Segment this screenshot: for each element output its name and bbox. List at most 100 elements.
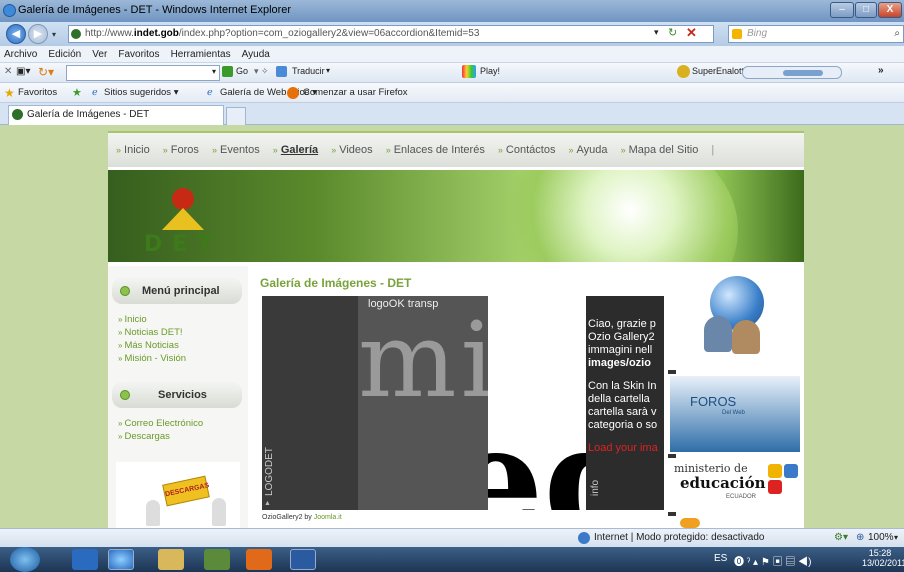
nav-galeria[interactable]: » Galería <box>273 144 318 156</box>
security-zone-text[interactable]: Internet | Modo protegido: desactivado <box>594 529 764 547</box>
address-input[interactable]: http://www.indet.gob/index.php?option=co… <box>68 25 714 43</box>
menu-edicion[interactable]: Edición <box>48 46 81 63</box>
menu-ayuda[interactable]: Ayuda <box>242 46 270 63</box>
refresh-icon[interactable]: ↻ <box>668 26 677 39</box>
volume-slider[interactable] <box>783 70 823 76</box>
users-globe-banner[interactable] <box>670 272 800 368</box>
load-images-link[interactable]: Load your ima <box>588 442 658 455</box>
site-container: » Inicio » Foros » Eventos » Galería » Videos… <box>108 131 804 528</box>
history-dropdown-icon[interactable]: ▾ <box>52 30 56 39</box>
toolbar-search-box[interactable]: ▾ <box>66 65 220 81</box>
menu-link-mas-noticias[interactable]: » Más Noticias <box>118 340 179 351</box>
go-button[interactable]: Go <box>236 66 248 76</box>
url-domain: indet.gob <box>133 28 179 39</box>
translate-dropdown-icon[interactable]: ▾ <box>326 66 330 75</box>
nav-videos[interactable]: » Videos <box>331 144 372 156</box>
start-button[interactable] <box>10 547 40 572</box>
nav-mapa[interactable]: » Mapa del Sitio <box>621 144 699 156</box>
add-favorite-icon[interactable]: ★ <box>72 83 82 103</box>
tray-icons[interactable]: ⓿ ˀ ▴ ⚑ ▣ ▤ ◀) <box>734 553 811 568</box>
det-logo[interactable]: DET <box>144 188 234 258</box>
gallery-slide-info[interactable]: Ciao, grazie p Ozio Gallery2 immagini ne… <box>586 296 664 510</box>
nav-inicio[interactable]: » Inicio <box>116 144 150 156</box>
bullet-icon <box>120 390 130 400</box>
play-button[interactable]: Play! <box>480 66 500 76</box>
menu-link-inicio[interactable]: » Inicio <box>118 314 147 325</box>
window-title-bar[interactable]: Galería de Imágenes - DET - Windows Inte… <box>0 0 904 22</box>
gallery-accordion[interactable]: LOGODET ▲ logoOK transp min edu Ciao, gr… <box>262 296 664 510</box>
toolbar-options-icon[interactable]: ▣▾ <box>16 66 30 77</box>
language-indicator[interactable]: ES <box>714 553 727 564</box>
search-input[interactable]: Bing ⌕ <box>728 25 904 43</box>
network-taskbar-icon[interactable] <box>204 549 230 570</box>
zoom-dropdown-icon[interactable]: ▾ <box>894 529 898 547</box>
ministerio-educacion-banner[interactable]: ministerio de educación ECUADOR <box>670 460 800 510</box>
back-button[interactable]: ◀ <box>6 24 26 44</box>
search-placeholder: Bing <box>747 28 768 39</box>
close-button[interactable]: X <box>878 2 902 18</box>
nav-ayuda[interactable]: » Ayuda <box>569 144 608 156</box>
nav-eventos[interactable]: » Eventos <box>212 144 260 156</box>
servicios-title: Servicios <box>158 389 207 401</box>
figure-left <box>146 500 160 526</box>
info-line: Ciao, grazie p <box>588 318 656 330</box>
menu-link-mision[interactable]: » Misión - Visión <box>118 353 186 364</box>
main-content: Galería de Imágenes - DET LOGODET ▲ logo… <box>254 266 666 528</box>
menu-link-correo[interactable]: » Correo Electrónico <box>118 418 203 429</box>
nav-foros[interactable]: » Foros <box>163 144 199 156</box>
forward-button[interactable]: ▶ <box>28 24 48 44</box>
tab-galeria[interactable]: Galería de Imágenes - DET <box>8 105 224 125</box>
menu-archivo[interactable]: Archivo <box>4 46 37 63</box>
bullet-icon <box>120 286 130 296</box>
nav-enlaces[interactable]: » Enlaces de Interés <box>386 144 485 156</box>
clock[interactable]: 15:28 13/02/2011 <box>862 548 904 568</box>
gallery-slide-logodet[interactable]: LOGODET ▲ <box>262 296 358 510</box>
menu-herramientas[interactable]: Herramientas <box>171 46 231 63</box>
ie-taskbar-icon[interactable] <box>108 549 134 570</box>
gallery-slide-edu[interactable]: edu <box>488 296 586 510</box>
explorer-taskbar-icon[interactable] <box>158 549 184 570</box>
address-dropdown-icon[interactable]: ▾ <box>654 27 659 38</box>
left-sidebar: Menú principal » Inicio » Noticias DET! » M… <box>108 266 248 528</box>
menu-favoritos[interactable]: Favoritos <box>118 46 159 63</box>
powerpoint-taskbar-icon[interactable] <box>246 549 272 570</box>
new-tab-button[interactable] <box>226 107 246 125</box>
menu-link-noticias[interactable]: » Noticias DET! <box>118 327 183 338</box>
zoom-level[interactable]: 100% <box>868 529 894 547</box>
windows-taskbar: ES ⓿ ˀ ▴ ⚑ ▣ ▤ ◀) 15:28 13/02/2011 <box>0 547 904 572</box>
bing-icon <box>732 29 742 39</box>
translate-button[interactable]: Traducir <box>292 66 325 76</box>
globe-graphic <box>498 170 738 262</box>
minimize-button[interactable]: – <box>830 2 854 18</box>
firefox-link[interactable]: Comenzar a usar Firefox <box>303 83 408 103</box>
toolbar-arrows-icon[interactable]: ▾ ✧ <box>254 66 269 77</box>
separator-mark <box>668 370 676 374</box>
close-toolbar-icon[interactable]: ✕ <box>4 66 12 77</box>
sitios-sugeridos-link[interactable]: Sitios sugeridos ▾ <box>104 83 178 103</box>
protected-mode-icon[interactable]: ⚙▾ <box>834 529 848 547</box>
toolbar-overflow-icon[interactable]: » <box>878 65 884 76</box>
ie-page-icon: ℯ <box>92 87 98 98</box>
superenalotto-button[interactable]: SuperEnalotto <box>692 66 749 76</box>
go-icon <box>222 66 233 77</box>
word-taskbar-icon[interactable] <box>290 549 316 570</box>
media-player-control[interactable] <box>742 66 842 79</box>
info-text: Ciao, grazie p Ozio Gallery2 immagini ne… <box>588 318 658 455</box>
foros-banner[interactable]: FOROS Del Web <box>670 376 800 452</box>
search-icon[interactable]: ⌕ <box>894 26 900 42</box>
joomla-link[interactable]: Joomla.it <box>314 514 342 521</box>
play-icon <box>462 65 476 78</box>
media-player-taskbar-icon[interactable] <box>72 549 98 570</box>
maximize-button[interactable]: □ <box>855 2 877 18</box>
info-line: cartella sarà v <box>588 406 657 418</box>
command-toolbar: ✕ ▣▾ ↻▾ ▾ Go ▾ ✧ Traducir ▾ Play! SuperE… <box>0 63 904 83</box>
menu-link-descargas[interactable]: » Descargas <box>118 431 170 442</box>
descargas-banner[interactable]: DESCARGAS <box>116 462 240 528</box>
nav-contactos[interactable]: » Contáctos <box>498 144 556 156</box>
window-title: Galería de Imágenes - DET - Windows Inte… <box>18 4 292 16</box>
toolbar-logo-icon[interactable]: ↻▾ <box>38 65 54 79</box>
user-figure-icon <box>732 320 760 354</box>
menu-ver[interactable]: Ver <box>92 46 107 63</box>
favoritos-button[interactable]: Favoritos <box>18 83 57 103</box>
stop-icon[interactable]: ✕ <box>686 25 697 41</box>
